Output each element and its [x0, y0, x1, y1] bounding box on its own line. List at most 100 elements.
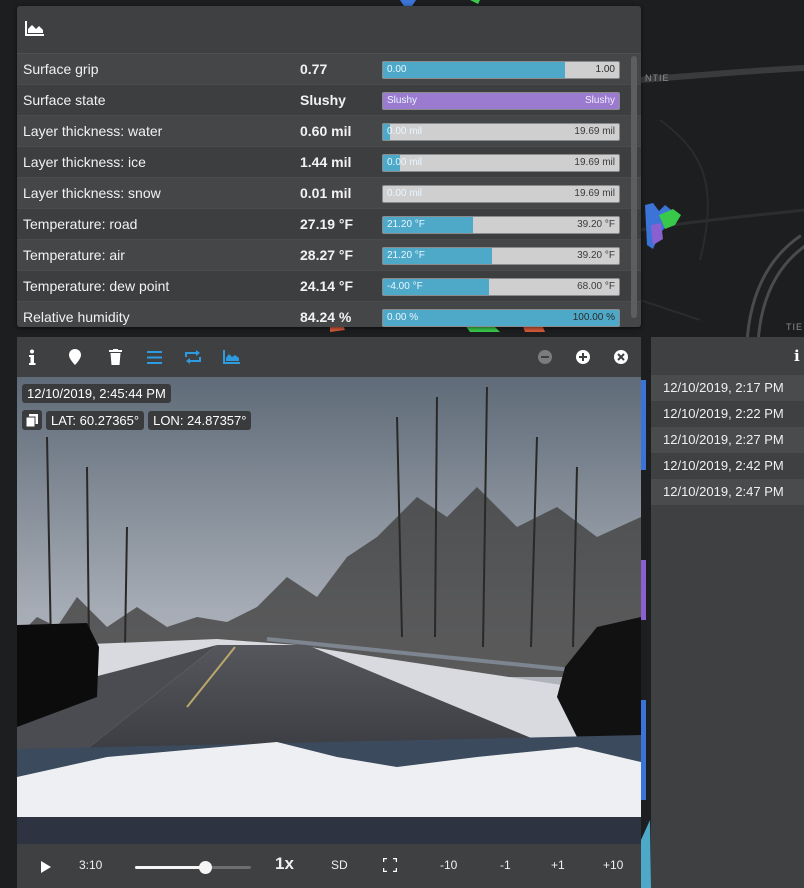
timeline-item[interactable]: 12/10/2019, 2:22 PM — [651, 401, 804, 427]
metric-label: Layer thickness: ice — [23, 154, 146, 170]
timeline-item[interactable]: 12/10/2019, 2:27 PM — [651, 427, 804, 453]
metric-row: Relative humidity 84.24 % 0.00 % 100.00 % — [17, 302, 641, 327]
metric-bar-min: 21.20 °F — [387, 250, 425, 261]
metric-row: Surface grip 0.77 0.00 1.00 — [17, 54, 641, 85]
metric-row: Layer thickness: water 0.60 mil 0.00 mil 19… — [17, 116, 641, 147]
loop-icon[interactable] — [184, 348, 202, 366]
metric-bar: 21.20 °F 39.20 °F — [382, 216, 620, 234]
metric-label: Relative humidity — [23, 309, 130, 325]
close-icon[interactable] — [612, 348, 630, 366]
info-icon[interactable] — [23, 348, 41, 366]
metric-label: Temperature: road — [23, 216, 138, 232]
progress-slider[interactable] — [135, 861, 251, 874]
metric-value: 0.77 — [300, 61, 328, 77]
metric-bar: Slushy Slushy — [382, 92, 620, 110]
fullscreen-icon[interactable] — [381, 856, 399, 877]
metric-bar: 0.00 mil 19.69 mil — [382, 123, 620, 141]
metric-bar-max: 39.20 °F — [577, 219, 615, 230]
metric-label: Temperature: dew point — [23, 278, 170, 294]
metric-label: Surface grip — [23, 61, 99, 77]
progress-fill — [135, 866, 205, 869]
timeline-item[interactable]: 12/10/2019, 2:47 PM — [651, 479, 804, 505]
play-icon[interactable] — [41, 860, 51, 878]
copy-icon[interactable] — [22, 410, 42, 430]
timeline-list: 12/10/2019, 2:17 PM 12/10/2019, 2:22 PM 12… — [651, 375, 804, 505]
current-time: 3:10 — [79, 858, 103, 872]
longitude-chip: LON: 24.87357° — [148, 410, 252, 430]
map-street-label: NTIE — [645, 73, 670, 83]
progress-knob[interactable] — [198, 861, 212, 874]
dashcam-video[interactable]: 12/10/2019, 2:45:44 PM LAT: 60.27365° LO… — [17, 377, 641, 844]
metric-row: Temperature: dew point 24.14 °F -4.00 °F 68… — [17, 271, 641, 302]
road-metrics-panel: Surface grip 0.77 0.00 1.00 Surface state Slu… — [17, 6, 641, 327]
metric-bar-max: Slushy — [584, 95, 615, 106]
video-controls: 3:10 1x SD -10 -1 +1 +10 — [17, 844, 641, 888]
metric-row: Surface state Slushy Slushy Slushy — [17, 85, 641, 116]
metric-bar-min: 0.00 mil — [387, 126, 423, 137]
metric-value: 0.60 mil — [300, 123, 352, 139]
metric-bar-max: 1.00 — [595, 64, 615, 75]
timeline-item[interactable]: 12/10/2019, 2:17 PM — [651, 375, 804, 401]
metric-bar-min: 0.00 mil — [387, 157, 423, 168]
zoom-in-icon[interactable] — [574, 348, 592, 366]
info-icon[interactable]: i — [794, 347, 800, 365]
metric-bar-fill — [383, 62, 565, 78]
metric-row: Layer thickness: snow 0.01 mil 0.00 mil 19.… — [17, 178, 641, 209]
timeline-panel: i 12/10/2019, 2:17 PM 12/10/2019, 2:22 PM… — [651, 337, 804, 888]
metric-bar-max: 19.69 mil — [574, 126, 615, 137]
metric-bar: 0.00 1.00 — [382, 61, 620, 79]
metric-bar: 0.00 mil 19.69 mil — [382, 154, 620, 172]
metric-row: Temperature: road 27.19 °F 21.20 °F 39.20 °… — [17, 209, 641, 240]
metrics-scrollbar[interactable] — [631, 56, 637, 318]
list-icon[interactable] — [145, 348, 163, 366]
skip-back-10-button[interactable]: -10 — [440, 858, 457, 872]
app-stage: NTIE TIE Surface grip 0.77 0.00 1.00 Surface… — [0, 0, 804, 888]
video-timestamp: 12/10/2019, 2:45:44 PM — [22, 384, 171, 403]
metric-row: Layer thickness: ice 1.44 mil 0.00 mil 19.6… — [17, 147, 641, 178]
metric-bar: 0.00 % 100.00 % — [382, 309, 620, 327]
metric-value: 84.24 % — [300, 309, 352, 325]
trash-icon[interactable] — [106, 348, 124, 366]
metric-bar-min: Slushy — [387, 95, 418, 106]
metric-bar-max: 39.20 °F — [577, 250, 615, 261]
map-pin-icon[interactable] — [66, 348, 84, 366]
metric-list: Surface grip 0.77 0.00 1.00 Surface state Slu… — [17, 54, 641, 327]
playback-speed-button[interactable]: 1x — [275, 854, 294, 874]
skip-back-1-button[interactable]: -1 — [500, 858, 511, 872]
metric-value: 1.44 mil — [300, 154, 352, 170]
metric-bar-max: 19.69 mil — [574, 188, 615, 199]
metric-value: 28.27 °F — [300, 247, 354, 263]
metric-value: Slushy — [300, 92, 346, 108]
metric-row: Temperature: air 28.27 °F 21.20 °F 39.20 °F — [17, 240, 641, 271]
timeline-item[interactable]: 12/10/2019, 2:42 PM — [651, 453, 804, 479]
metric-label: Surface state — [23, 92, 106, 108]
skip-forward-10-button[interactable]: +10 — [603, 858, 623, 872]
area-chart-icon[interactable] — [223, 348, 241, 366]
metric-bar-min: 0.00 — [387, 64, 407, 75]
metric-bar-max: 19.69 mil — [574, 157, 615, 168]
video-toolbar — [17, 337, 641, 377]
zoom-out-icon[interactable] — [536, 348, 554, 366]
metric-bar: 0.00 mil 19.69 mil — [382, 185, 620, 203]
metric-bar-min: 21.20 °F — [387, 219, 425, 230]
metric-value: 27.19 °F — [300, 216, 354, 232]
quality-button[interactable]: SD — [331, 858, 348, 872]
coordinates-row: LAT: 60.27365° LON: 24.87357° — [22, 410, 252, 430]
video-frame — [17, 377, 641, 844]
metric-bar-max: 68.00 °F — [577, 281, 615, 292]
metric-bar-min: 0.00 mil — [387, 188, 423, 199]
metric-bar: -4.00 °F 68.00 °F — [382, 278, 620, 296]
metric-bar-fill — [383, 93, 619, 109]
latitude-chip: LAT: 60.27365° — [46, 410, 145, 430]
metric-label: Layer thickness: snow — [23, 185, 161, 201]
skip-forward-1-button[interactable]: +1 — [551, 858, 565, 872]
metrics-header — [17, 6, 641, 54]
metric-label: Temperature: air — [23, 247, 125, 263]
metric-value: 0.01 mil — [300, 185, 352, 201]
metric-bar-min: 0.00 % — [387, 312, 419, 323]
metric-bar-max: 100.00 % — [572, 312, 615, 323]
metric-label: Layer thickness: water — [23, 123, 163, 139]
metric-bar-min: -4.00 °F — [387, 281, 423, 292]
video-panel: 12/10/2019, 2:45:44 PM LAT: 60.27365° LO… — [17, 337, 641, 888]
area-chart-icon — [25, 20, 45, 41]
